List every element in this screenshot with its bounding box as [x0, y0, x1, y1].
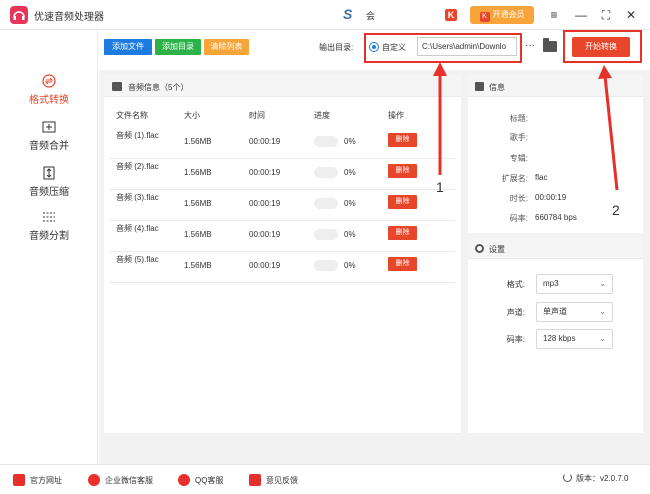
- qq-service-link[interactable]: QQ客服: [178, 474, 223, 486]
- annotation-arrows: [433, 62, 619, 191]
- feedback-link[interactable]: 意见反馈: [249, 474, 298, 486]
- refresh-icon: [563, 473, 572, 482]
- wechat-service-link[interactable]: 企业微信客服: [88, 474, 153, 486]
- version-label: 版本：v2.0.7.0: [563, 473, 628, 484]
- bottom-bar: 官方网址 企业微信客服 QQ客服 意见反馈: [0, 464, 650, 494]
- annotation-label-2: 2: [612, 202, 620, 218]
- website-icon: [13, 474, 25, 486]
- feedback-icon: [249, 474, 261, 486]
- wechat-icon: [88, 474, 100, 486]
- annotation-label-1: 1: [436, 179, 444, 195]
- website-link[interactable]: 官方网址: [13, 474, 62, 486]
- qq-icon: [178, 474, 190, 486]
